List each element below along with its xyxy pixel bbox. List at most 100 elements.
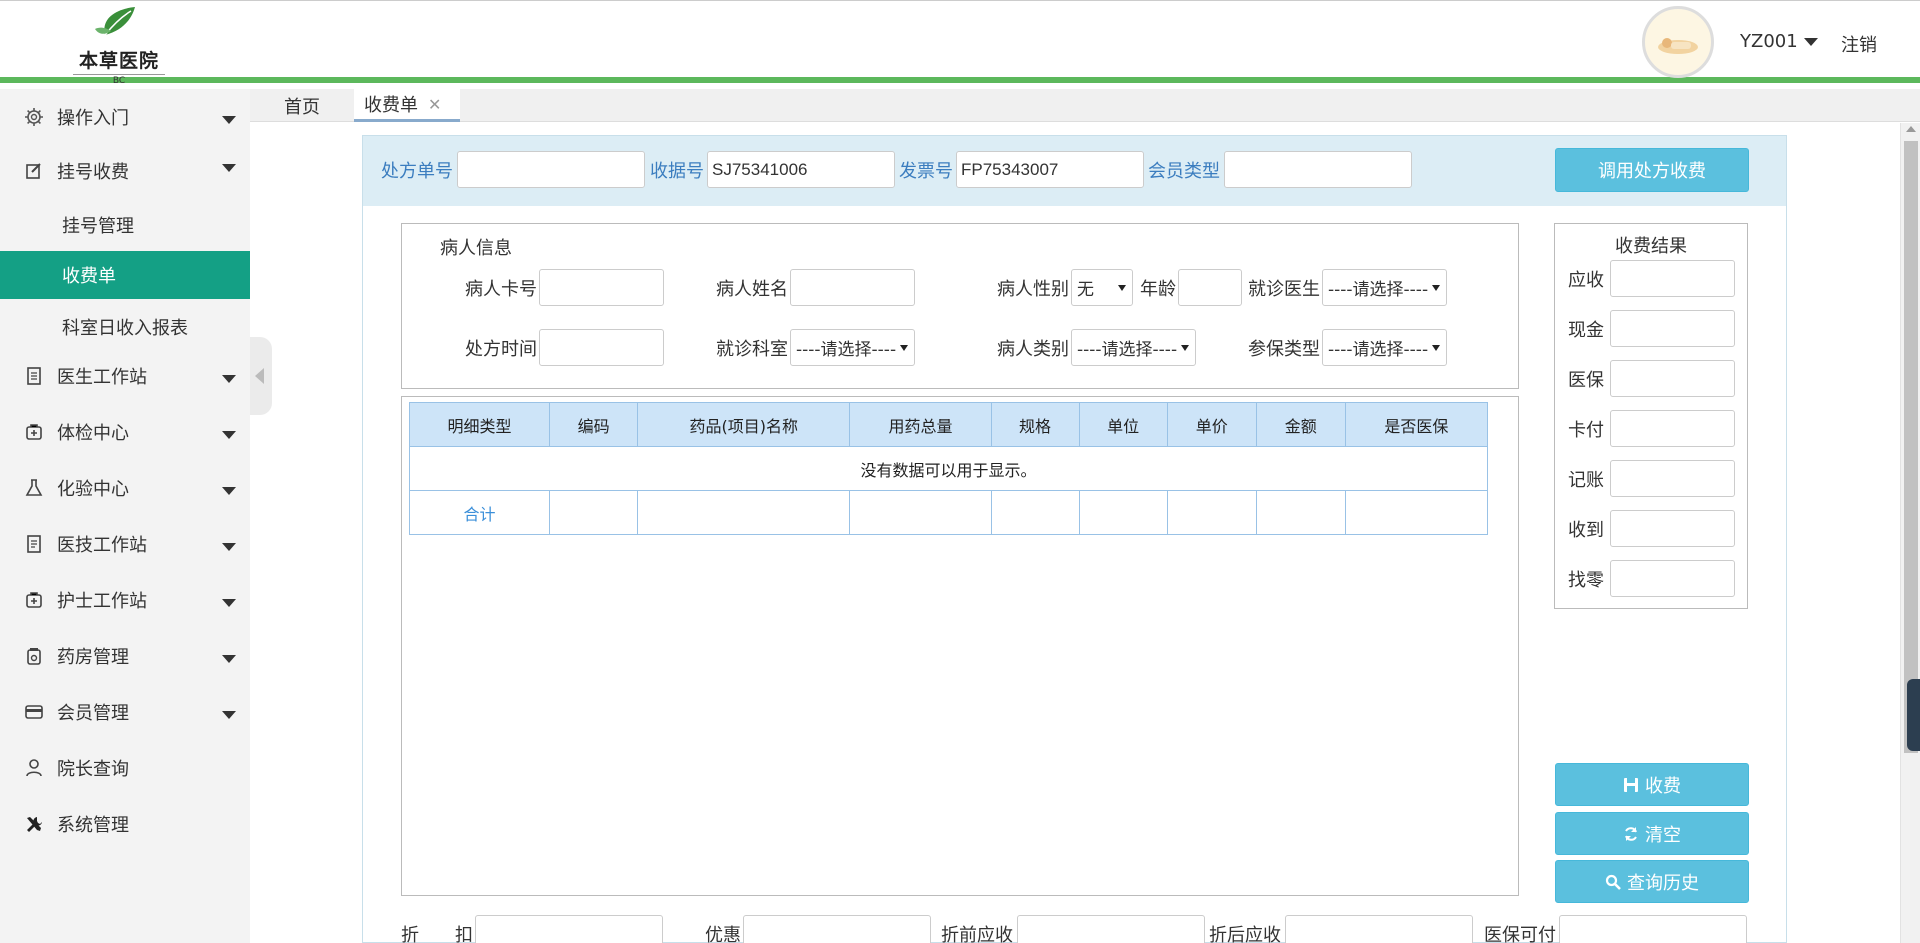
charge-button-label: 收费 <box>1645 775 1681 797</box>
patient-info-title: 病人信息 <box>440 238 512 259</box>
medkit-icon <box>23 589 45 611</box>
insurance-type-select[interactable]: ----请选择---- <box>1322 329 1447 366</box>
sidebar-item-label: 药房管理 <box>57 647 129 668</box>
column-header[interactable]: 明细类型 <box>408 402 551 447</box>
scrollbar-thumb[interactable] <box>1904 141 1918 753</box>
gender-select[interactable]: 无 <box>1071 269 1133 306</box>
app-header: 本草医院 BC YZ001 注销 <box>0 0 1920 86</box>
table-total-row: 合计 <box>408 490 1489 535</box>
logout-link[interactable]: 注销 <box>1841 31 1877 57</box>
member-type-input[interactable] <box>1224 151 1412 188</box>
insurance-input[interactable] <box>1610 360 1735 397</box>
doctor-select[interactable]: ----请选择---- <box>1322 269 1447 306</box>
document-icon <box>23 365 45 387</box>
vertical-scrollbar[interactable] <box>1900 123 1920 943</box>
tab-charge-slip[interactable]: 收费单 ✕ <box>354 89 460 122</box>
insurance-type-label: 参保类型 <box>1248 339 1320 360</box>
caret-down-icon <box>222 711 236 719</box>
caret-down-icon <box>222 487 236 495</box>
caret-down-icon <box>222 655 236 663</box>
column-header[interactable]: 药品(项目)名称 <box>637 402 851 447</box>
sidebar-item-label: 护士工作站 <box>57 591 147 612</box>
prescription-no-input[interactable] <box>457 151 645 188</box>
flask-icon <box>23 477 45 499</box>
prescription-no-label: 处方单号 <box>381 161 453 182</box>
floating-widget-tab[interactable] <box>1907 679 1920 751</box>
insurance-payable-input[interactable] <box>1559 915 1747 943</box>
sidebar-item-medtech-station[interactable]: 医技工作站 <box>0 519 250 569</box>
column-header[interactable]: 单位 <box>1078 402 1168 447</box>
sidebar-item-system-mgmt[interactable]: 系统管理 <box>0 799 250 849</box>
column-header[interactable]: 用药总量 <box>849 402 992 447</box>
doctor-value: ----请选择---- <box>1328 280 1429 300</box>
receivable-input[interactable] <box>1610 260 1735 297</box>
sidebar-subitem-registration-mgmt[interactable]: 挂号管理 <box>0 201 250 249</box>
document-numbers-bar: 处方单号 收据号 SJ75341006 发票号 FP75343007 会员类型 … <box>363 136 1786 206</box>
tools-icon <box>23 813 45 835</box>
clear-button[interactable]: 清空 <box>1555 812 1749 855</box>
sidebar-item-label: 系统管理 <box>57 815 129 836</box>
prescription-time-label: 处方时间 <box>465 339 537 360</box>
insurance-payable-label: 医保可付 <box>1484 925 1556 943</box>
column-header[interactable]: 金额 <box>1255 402 1346 447</box>
card-no-input[interactable] <box>539 269 664 306</box>
close-icon[interactable]: ✕ <box>428 95 441 114</box>
scroll-up-icon[interactable] <box>1906 126 1916 132</box>
insurance-label: 医保 <box>1568 370 1604 391</box>
post-discount-label: 折后应收 <box>1209 925 1281 943</box>
charge-button[interactable]: 收费 <box>1555 763 1749 806</box>
sidebar-item-director-query[interactable]: 院长查询 <box>0 743 250 793</box>
medkit-icon <box>23 421 45 443</box>
patient-category-select[interactable]: ----请选择---- <box>1071 329 1196 366</box>
account-input[interactable] <box>1610 460 1735 497</box>
user-menu[interactable]: YZ001 <box>1740 31 1818 52</box>
post-discount-input[interactable] <box>1285 915 1473 943</box>
column-header[interactable]: 规格 <box>990 402 1080 447</box>
prescription-time-input[interactable] <box>539 329 664 366</box>
doctor-label: 就诊医生 <box>1248 279 1320 300</box>
card-pay-input[interactable] <box>1610 410 1735 447</box>
sidebar-item-checkup-center[interactable]: 体检中心 <box>0 407 250 457</box>
table-cell <box>1255 490 1346 535</box>
receipt-no-input[interactable]: SJ75341006 <box>707 151 895 188</box>
offer-input[interactable] <box>743 915 931 943</box>
received-label: 收到 <box>1568 520 1604 541</box>
table-header-row: 明细类型 编码 药品(项目)名称 用药总量 规格 单位 单价 金额 是否医保 <box>408 402 1489 447</box>
sidebar-item-lab-center[interactable]: 化验中心 <box>0 463 250 513</box>
tab-label: 收费单 <box>364 95 418 116</box>
sidebar-item-label: 体检中心 <box>57 423 129 444</box>
sidebar-item-member-mgmt[interactable]: 会员管理 <box>0 687 250 737</box>
dropdown-arrow-icon <box>1118 285 1126 291</box>
call-prescription-button[interactable]: 调用处方收费 <box>1555 148 1749 192</box>
sidebar-item-registration[interactable]: 挂号收费 <box>0 146 250 196</box>
user-name: YZ001 <box>1740 31 1798 52</box>
patient-name-input[interactable] <box>790 269 915 306</box>
age-input[interactable] <box>1178 269 1242 306</box>
cash-input[interactable] <box>1610 310 1735 347</box>
history-button[interactable]: 查询历史 <box>1555 860 1749 903</box>
tab-home[interactable]: 首页 <box>284 89 320 122</box>
sidebar-item-pharmacy[interactable]: 药房管理 <box>0 631 250 681</box>
discount-input[interactable] <box>475 915 663 943</box>
sidebar-subitem-dept-income-report[interactable]: 科室日收入报表 <box>0 303 250 351</box>
pre-discount-input[interactable] <box>1017 915 1205 943</box>
dropdown-arrow-icon <box>900 345 908 351</box>
sidebar-collapse-handle[interactable] <box>250 337 272 415</box>
invoice-no-input[interactable]: FP75343007 <box>956 151 1144 188</box>
sidebar-item-getting-started[interactable]: 操作入门 <box>0 92 250 142</box>
gender-value: 无 <box>1077 280 1094 300</box>
sidebar-item-nurse-station[interactable]: 护士工作站 <box>0 575 250 625</box>
offer-label: 优惠 <box>705 925 741 943</box>
avatar-image <box>1658 38 1698 54</box>
column-header[interactable]: 编码 <box>549 402 639 447</box>
edit-icon <box>23 160 45 182</box>
change-input[interactable] <box>1610 560 1735 597</box>
received-input[interactable] <box>1610 510 1735 547</box>
sidebar-item-doctor-station[interactable]: 医生工作站 <box>0 351 250 401</box>
dept-select[interactable]: ----请选择---- <box>790 329 915 366</box>
column-header[interactable]: 是否医保 <box>1344 402 1489 447</box>
avatar[interactable] <box>1642 6 1714 78</box>
column-header[interactable]: 单价 <box>1166 402 1257 447</box>
insurance-value: ----请选择---- <box>1328 340 1429 360</box>
sidebar-subitem-charge-slip[interactable]: 收费单 <box>0 251 250 299</box>
